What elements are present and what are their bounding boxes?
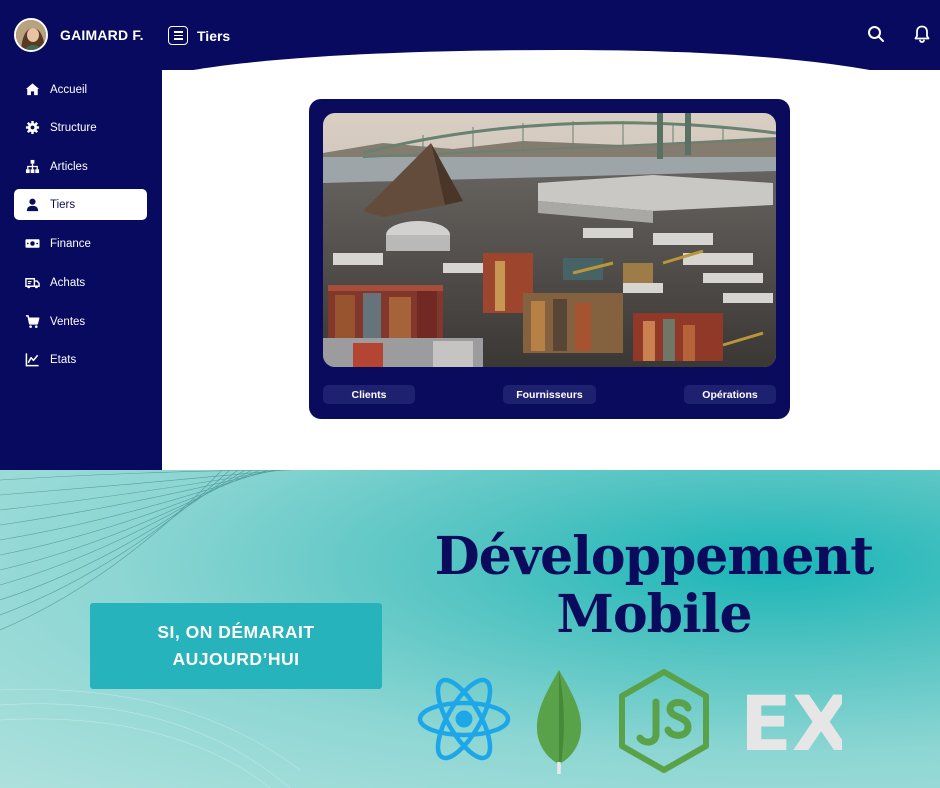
sidebar-item-tiers[interactable]: Tiers xyxy=(14,189,147,220)
truck-icon xyxy=(25,278,40,289)
home-icon xyxy=(25,83,40,96)
user-name: GAIMARD F. xyxy=(60,27,144,43)
mongodb-leaf-icon xyxy=(536,670,582,774)
gear-icon xyxy=(25,120,40,135)
headline: Développement Mobile xyxy=(420,528,888,644)
app-window: GAIMARD F. Tiers Accueil Structure Artic… xyxy=(0,0,940,470)
operations-button[interactable]: Opérations xyxy=(684,385,776,404)
sidebar-item-label: Finance xyxy=(50,237,91,250)
react-icon xyxy=(417,677,511,761)
sidebar: Accueil Structure Articles Tiers Finance… xyxy=(0,72,162,470)
menu-toggle-icon[interactable] xyxy=(168,26,188,45)
sidebar-item-structure[interactable]: Structure xyxy=(14,112,147,143)
nodejs-icon xyxy=(619,669,709,773)
sidebar-item-label: Etats xyxy=(50,353,77,366)
user-icon xyxy=(26,198,39,212)
tagline-line-1: SI, ON DÉMARAIT xyxy=(157,622,315,642)
tagline-box: SI, ON DÉMARAIT AUJOURD’HUI xyxy=(90,603,382,689)
port-photo xyxy=(323,113,776,367)
chart-line-icon xyxy=(25,353,39,367)
sitemap-icon xyxy=(25,159,40,174)
tiers-card: Clients Fournisseurs Opérations xyxy=(309,99,790,419)
sidebar-item-label: Accueil xyxy=(50,83,88,96)
headline-line-1: Développement xyxy=(434,526,875,587)
sidebar-item-accueil[interactable]: Accueil xyxy=(14,74,147,105)
headline-line-2: Mobile xyxy=(556,584,752,645)
avatar[interactable] xyxy=(14,18,48,52)
sidebar-item-label: Achats xyxy=(50,276,86,289)
promo-banner: SI, ON DÉMARAIT AUJOURD’HUI Développemen… xyxy=(0,470,940,788)
sidebar-item-finance[interactable]: Finance xyxy=(14,228,147,259)
sidebar-item-label: Structure xyxy=(50,121,97,134)
sidebar-item-label: Articles xyxy=(50,160,88,173)
user-profile[interactable]: GAIMARD F. xyxy=(14,18,144,52)
sidebar-item-label: Tiers xyxy=(50,198,76,211)
money-icon xyxy=(25,239,40,248)
clients-button[interactable]: Clients xyxy=(323,385,415,404)
search-icon[interactable] xyxy=(866,24,886,44)
page-title: Tiers xyxy=(197,27,231,44)
sidebar-item-articles[interactable]: Articles xyxy=(14,151,147,182)
fournisseurs-button[interactable]: Fournisseurs xyxy=(503,385,596,404)
cart-icon xyxy=(25,315,40,328)
sidebar-item-label: Ventes xyxy=(50,315,86,328)
sidebar-item-achats[interactable]: Achats xyxy=(14,267,147,298)
sidebar-item-etats[interactable]: Etats xyxy=(14,344,147,375)
express-logo-text: EX xyxy=(740,684,842,756)
sidebar-item-ventes[interactable]: Ventes xyxy=(14,306,147,337)
express-logo: EX xyxy=(740,684,842,756)
bell-icon[interactable] xyxy=(912,24,932,44)
page-header: Tiers xyxy=(168,26,230,45)
tagline-line-2: AUJOURD’HUI xyxy=(172,649,300,669)
